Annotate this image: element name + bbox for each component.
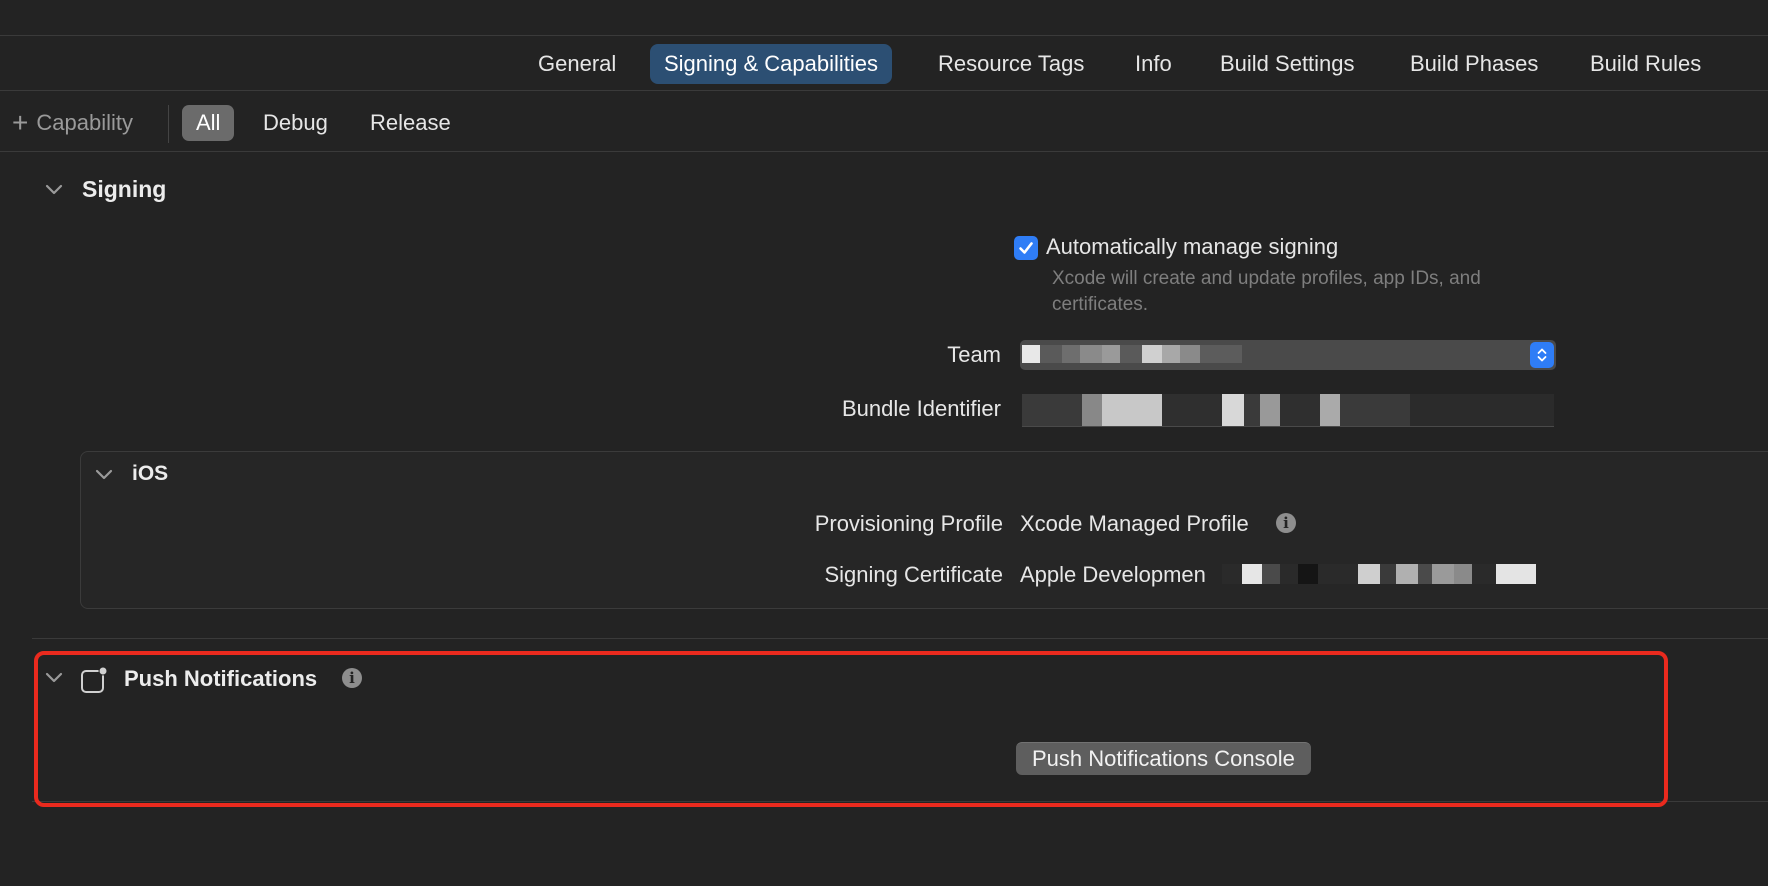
bundle-identifier-label: Bundle Identifier: [842, 396, 1001, 421]
tab-build-phases[interactable]: Build Phases: [1396, 44, 1552, 84]
popup-stepper-icon: [1530, 342, 1554, 368]
signing-certificate-label: Signing Certificate: [824, 562, 1003, 587]
add-capability-label: Capability: [36, 110, 133, 135]
segment-debug[interactable]: Debug: [249, 105, 342, 141]
signing-section-title: Signing: [82, 176, 167, 202]
segment-release[interactable]: Release: [356, 105, 465, 141]
team-label: Team: [947, 342, 1001, 367]
signing-certificate-redacted: [1222, 564, 1542, 584]
tabbar-divider: [0, 90, 1768, 91]
checkmark-icon: [1019, 242, 1033, 254]
provisioning-profile-label: Provisioning Profile: [814, 511, 1003, 536]
tab-signing-capabilities[interactable]: Signing & Capabilities: [650, 44, 893, 84]
provisioning-profile-value: Xcode Managed Profile: [1020, 511, 1249, 536]
tab-info[interactable]: Info: [1121, 44, 1186, 84]
filter-separator: [168, 105, 169, 143]
plus-icon: +: [12, 107, 29, 138]
auto-manage-help-line1: Xcode will create and update profiles, a…: [1052, 268, 1481, 289]
auto-manage-help-line2: certificates.: [1052, 294, 1149, 315]
team-value-redacted: [1022, 345, 1242, 363]
chevron-down-icon[interactable]: [93, 464, 115, 486]
signing-certificate-value: Apple Developmen: [1020, 562, 1206, 587]
signing-bottom-divider: [32, 638, 1768, 639]
bundle-identifier-field[interactable]: [1022, 394, 1554, 427]
tab-resource-tags[interactable]: Resource Tags: [924, 44, 1098, 84]
segment-all[interactable]: All: [182, 105, 235, 141]
bundle-identifier-redacted: [1022, 394, 1410, 426]
tab-build-settings[interactable]: Build Settings: [1206, 44, 1369, 84]
tab-general[interactable]: General: [524, 44, 630, 84]
info-icon[interactable]: i: [1276, 513, 1296, 533]
xcode-target-editor: General Signing & Capabilities Resource …: [0, 0, 1768, 886]
top-divider: [0, 35, 1768, 36]
add-capability-button[interactable]: + Capability: [12, 103, 133, 143]
tab-build-rules[interactable]: Build Rules: [1576, 44, 1715, 84]
highlight-annotation-box: [34, 651, 1668, 807]
auto-manage-label: Automatically manage signing: [1046, 234, 1339, 259]
filterbar-divider: [0, 151, 1768, 152]
ios-section-title: iOS: [132, 462, 169, 485]
chevron-down-icon[interactable]: [43, 179, 65, 201]
editor-tab-bar: General Signing & Capabilities Resource …: [0, 44, 1768, 84]
team-popup[interactable]: [1020, 340, 1556, 370]
filter-bar: + Capability All Debug Release: [0, 103, 1768, 143]
auto-manage-checkbox[interactable]: [1014, 236, 1038, 260]
